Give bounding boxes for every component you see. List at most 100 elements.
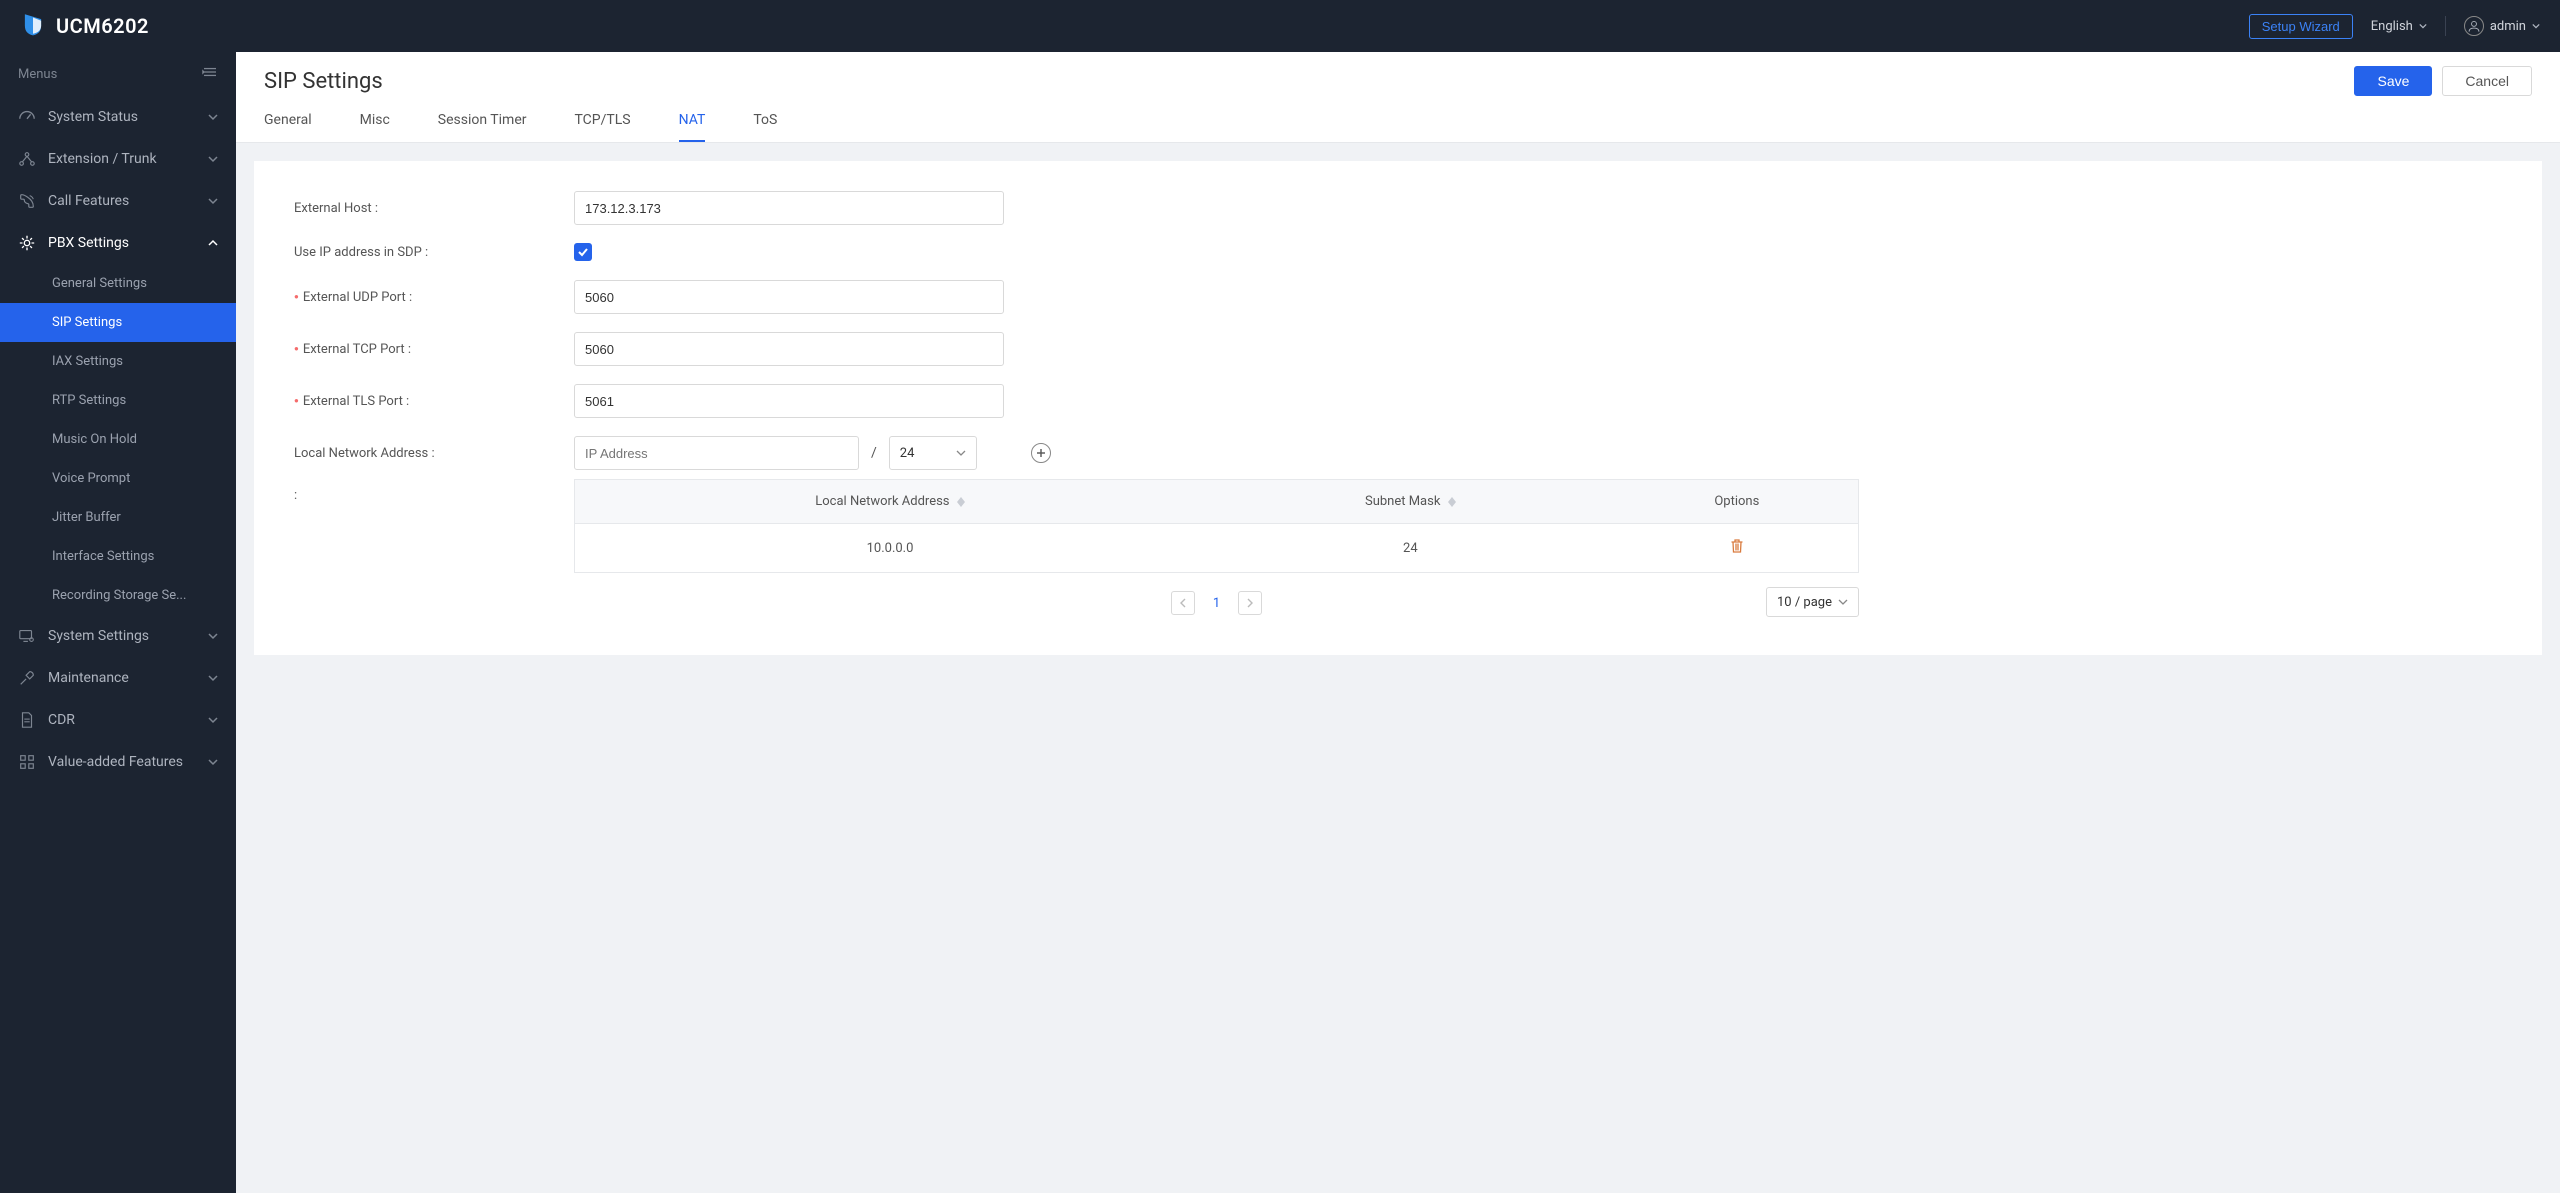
input-external-host[interactable] [574, 191, 1004, 225]
menus-header: Menus [0, 52, 236, 96]
sidebar-item-label: Value-added Features [48, 754, 183, 770]
grid-icon [18, 753, 36, 771]
sidebar-item-system-settings[interactable]: System Settings [0, 615, 236, 657]
tab-tos[interactable]: ToS [753, 112, 777, 142]
cell-address: 10.0.0.0 [575, 524, 1206, 573]
label-external-tls: ●External TLS Port : [294, 394, 574, 409]
avatar-icon [2464, 16, 2484, 36]
user-selector[interactable]: admin [2464, 16, 2540, 36]
brand-logo-icon [20, 11, 46, 41]
required-dot-icon: ● [294, 397, 299, 405]
table-row: 10.0.0.0 24 [575, 524, 1859, 573]
pbx-subnav: General Settings SIP Settings IAX Settin… [0, 264, 236, 615]
checkbox-use-ip-sdp[interactable] [574, 243, 592, 261]
input-external-tcp[interactable] [574, 332, 1004, 366]
monitor-gear-icon [18, 627, 36, 645]
chevron-right-icon [1246, 598, 1254, 608]
chevron-down-icon [208, 673, 218, 683]
save-button[interactable]: Save [2354, 66, 2432, 96]
subnav-interface-settings[interactable]: Interface Settings [0, 537, 236, 576]
col-header-options: Options [1616, 480, 1859, 524]
subnav-general-settings[interactable]: General Settings [0, 264, 236, 303]
row-external-udp: ●External UDP Port : [294, 280, 2502, 314]
subnav-rtp-settings[interactable]: RTP Settings [0, 381, 236, 420]
page-size-selector[interactable]: 10 / page [1766, 587, 1859, 617]
sidebar-item-label: Extension / Trunk [48, 151, 157, 167]
sidebar-item-label: CDR [48, 712, 75, 728]
pager-next-button[interactable] [1238, 591, 1262, 615]
add-local-network-button[interactable] [1031, 443, 1051, 463]
tab-nat[interactable]: NAT [679, 112, 706, 142]
local-network-table-wrap: Local Network Address Subnet Mask [574, 479, 1859, 615]
row-external-host: External Host : [294, 191, 2502, 225]
chevron-down-icon [956, 450, 966, 456]
collapse-icon[interactable] [202, 66, 218, 82]
chevron-down-icon [208, 196, 218, 206]
chevron-down-icon [1838, 599, 1848, 605]
required-dot-icon: ● [294, 345, 299, 353]
label-use-ip-sdp: Use IP address in SDP : [294, 245, 574, 260]
tab-misc[interactable]: Misc [360, 112, 390, 142]
col-header-address[interactable]: Local Network Address [575, 480, 1206, 524]
page-header: SIP Settings Save Cancel [236, 52, 2560, 96]
col-header-mask[interactable]: Subnet Mask [1205, 480, 1616, 524]
chevron-down-icon [208, 631, 218, 641]
check-icon [577, 246, 589, 258]
label-local-network: Local Network Address : [294, 446, 574, 461]
sidebar-item-maintenance[interactable]: Maintenance [0, 657, 236, 699]
tab-general[interactable]: General [264, 112, 312, 142]
row-external-tls: ●External TLS Port : [294, 384, 2502, 418]
topbar-right: Setup Wizard English admin [2249, 14, 2540, 39]
network-icon [18, 150, 36, 168]
chevron-down-icon [208, 112, 218, 122]
subnav-voice-prompt[interactable]: Voice Prompt [0, 459, 236, 498]
select-subnet-mask[interactable]: 24 [889, 436, 977, 470]
slash-separator: / [871, 445, 877, 461]
delete-row-button[interactable] [1729, 543, 1745, 558]
page-size-label: 10 / page [1777, 595, 1832, 610]
sort-icon [957, 497, 965, 507]
sidebar-item-cdr[interactable]: CDR [0, 699, 236, 741]
sidebar-item-label: System Status [48, 109, 138, 125]
input-external-udp[interactable] [574, 280, 1004, 314]
user-label: admin [2490, 19, 2526, 34]
input-external-tls[interactable] [574, 384, 1004, 418]
label-table-colon: : [294, 488, 574, 503]
chevron-up-icon [208, 238, 218, 248]
chevron-down-icon [2532, 22, 2540, 30]
language-selector[interactable]: English [2371, 19, 2427, 34]
cancel-button[interactable]: Cancel [2442, 66, 2532, 96]
sidebar-item-extension-trunk[interactable]: Extension / Trunk [0, 138, 236, 180]
pager-wrap: 1 10 / page [574, 591, 1859, 615]
phone-icon [18, 192, 36, 210]
local-network-table: Local Network Address Subnet Mask [574, 479, 1859, 573]
label-external-udp: ●External UDP Port : [294, 290, 574, 305]
sidebar-item-pbx-settings[interactable]: PBX Settings [0, 222, 236, 264]
subnav-jitter-buffer[interactable]: Jitter Buffer [0, 498, 236, 537]
sidebar-item-label: PBX Settings [48, 235, 129, 251]
subnav-music-on-hold[interactable]: Music On Hold [0, 420, 236, 459]
sidebar-item-call-features[interactable]: Call Features [0, 180, 236, 222]
chevron-down-icon [208, 154, 218, 164]
dashboard-icon [18, 108, 36, 126]
sidebar-item-value-added[interactable]: Value-added Features [0, 741, 236, 783]
topbar-left: UCM6202 [20, 11, 149, 41]
sidebar-item-system-status[interactable]: System Status [0, 96, 236, 138]
setup-wizard-button[interactable]: Setup Wizard [2249, 14, 2353, 39]
tab-session-timer[interactable]: Session Timer [438, 112, 527, 142]
pagination: 1 10 / page [574, 591, 1859, 615]
subnav-iax-settings[interactable]: IAX Settings [0, 342, 236, 381]
input-ip-address[interactable] [574, 436, 859, 470]
layout: Menus System Status Extension / Trunk Ca… [0, 52, 2560, 1193]
menus-label: Menus [18, 67, 57, 82]
subnav-sip-settings[interactable]: SIP Settings [0, 303, 236, 342]
label-external-tcp: ●External TCP Port : [294, 342, 574, 357]
document-icon [18, 711, 36, 729]
sidebar: Menus System Status Extension / Trunk Ca… [0, 52, 236, 1193]
chevron-left-icon [1179, 598, 1187, 608]
subnav-recording-storage[interactable]: Recording Storage Se... [0, 576, 236, 615]
tab-tcp-tls[interactable]: TCP/TLS [575, 112, 631, 142]
chevron-down-icon [2419, 22, 2427, 30]
pager-current[interactable]: 1 [1205, 596, 1228, 611]
pager-prev-button[interactable] [1171, 591, 1195, 615]
